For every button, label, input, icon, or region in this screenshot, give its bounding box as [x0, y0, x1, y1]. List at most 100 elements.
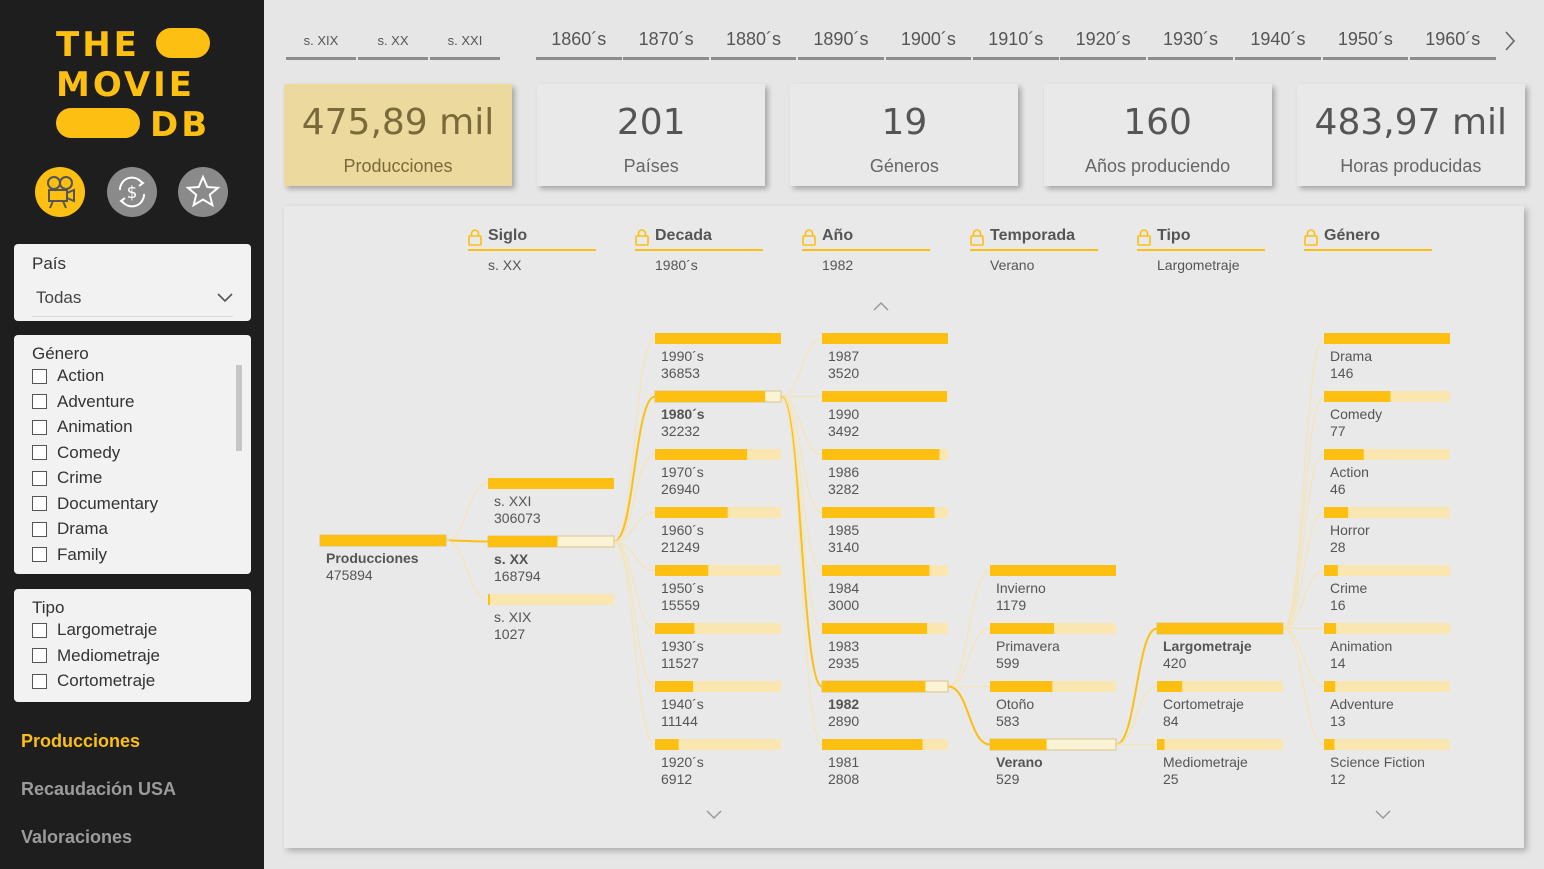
lock-icon[interactable]: [468, 229, 482, 250]
node-bar-fill[interactable]: [822, 739, 923, 750]
genero-option-action[interactable]: Action: [32, 365, 104, 387]
genero-option-comedy[interactable]: Comedy: [32, 442, 120, 464]
kpi-card-generos[interactable]: 19 Géneros: [790, 84, 1019, 186]
timeline-decade-1900-s[interactable]: 1900´s: [885, 28, 972, 60]
node-value[interactable]: 2808: [828, 771, 859, 787]
node-label[interactable]: 1990: [828, 406, 859, 422]
node-bar-fill[interactable]: [1157, 623, 1283, 634]
node-label[interactable]: s. XX: [494, 551, 529, 567]
node-value[interactable]: 420: [1163, 655, 1187, 671]
node-value[interactable]: 1179: [996, 597, 1026, 613]
node-label[interactable]: 1950´s: [661, 580, 704, 596]
node-bar-fill[interactable]: [990, 681, 1053, 692]
node-value[interactable]: 6912: [661, 771, 692, 787]
tipo-option-cortometraje[interactable]: Cortometraje: [32, 670, 155, 692]
lock-icon[interactable]: [1304, 229, 1318, 250]
timeline-century-s-xx[interactable]: s. XX: [358, 28, 428, 60]
node-value[interactable]: 2890: [828, 713, 859, 729]
node-label[interactable]: 1970´s: [661, 464, 704, 480]
node-bar-track[interactable]: [1324, 565, 1450, 576]
genero-option-crime[interactable]: Crime: [32, 467, 102, 489]
timeline-decade-1940-s[interactable]: 1940´s: [1235, 28, 1321, 60]
node-value[interactable]: 32232: [661, 423, 700, 439]
node-label[interactable]: Science Fiction: [1330, 754, 1425, 770]
node-bar-fill[interactable]: [1157, 739, 1165, 750]
page-link-valoraciones[interactable]: Valoraciones: [21, 827, 132, 848]
node-value[interactable]: 3000: [828, 597, 859, 613]
node-bar-fill[interactable]: [822, 623, 928, 634]
genero-option-family[interactable]: Family: [32, 544, 107, 566]
node-label[interactable]: Cortometraje: [1163, 696, 1244, 712]
node-value[interactable]: 2935: [828, 655, 859, 671]
node-bar-fill[interactable]: [655, 623, 695, 634]
kpi-card-paises[interactable]: 201 Países: [537, 84, 766, 186]
checkbox[interactable]: [32, 496, 47, 511]
checkbox[interactable]: [32, 445, 47, 460]
node-bar-fill[interactable]: [1324, 623, 1337, 634]
node-label[interactable]: Crime: [1330, 580, 1368, 596]
node-value[interactable]: 28: [1330, 539, 1346, 555]
node-value[interactable]: 25: [1163, 771, 1179, 787]
node-value[interactable]: 3492: [828, 423, 859, 439]
node-label[interactable]: Comedy: [1330, 406, 1382, 422]
node-label[interactable]: 1930´s: [661, 638, 704, 654]
node-label[interactable]: 1986: [828, 464, 859, 480]
timeline-decade-1910-s[interactable]: 1910´s: [973, 28, 1059, 60]
node-value[interactable]: 583: [996, 713, 1020, 729]
pais-dropdown-value[interactable]: Todas: [36, 288, 81, 308]
node-value[interactable]: 14: [1330, 655, 1346, 671]
checkbox[interactable]: [32, 648, 47, 663]
node-bar-fill[interactable]: [655, 449, 748, 460]
tipo-option-largometraje[interactable]: Largometraje: [32, 619, 157, 641]
genero-option-documentary[interactable]: Documentary: [32, 493, 158, 515]
node-label[interactable]: 1980´s: [661, 406, 705, 422]
lock-icon[interactable]: [802, 229, 816, 250]
node-bar-fill[interactable]: [655, 681, 694, 692]
node-label[interactable]: Mediometraje: [1163, 754, 1248, 770]
node-value[interactable]: 21249: [661, 539, 700, 555]
node-value[interactable]: 1027: [494, 626, 525, 642]
node-bar-fill[interactable]: [488, 594, 490, 605]
timeline-decade-1950-s[interactable]: 1950´s: [1322, 28, 1409, 60]
node-value[interactable]: 12: [1330, 771, 1346, 787]
node-label[interactable]: 1940´s: [661, 696, 704, 712]
node-label[interactable]: 1984: [828, 580, 859, 596]
timeline-decade-1880-s[interactable]: 1880´s: [710, 28, 797, 60]
node-bar-track[interactable]: [1157, 739, 1283, 750]
kpi-card-horas-producidas[interactable]: 483,97 mil Horas producidas: [1296, 84, 1525, 186]
node-bar-fill[interactable]: [1157, 681, 1183, 692]
timeline-decade-1920-s[interactable]: 1920´s: [1060, 28, 1146, 60]
lock-icon[interactable]: [1137, 229, 1151, 250]
node-bar-track[interactable]: [1324, 681, 1450, 692]
node-value[interactable]: 3520: [828, 365, 859, 381]
kpi-card-anos-produciendo[interactable]: 160 Años produciendo: [1043, 84, 1272, 186]
tipo-option-mediometraje[interactable]: Mediometraje: [32, 645, 160, 667]
genero-option-adventure[interactable]: Adventure: [32, 391, 135, 413]
checkbox[interactable]: [32, 547, 47, 562]
node-label[interactable]: 1990´s: [661, 348, 704, 364]
node-bar-fill[interactable]: [655, 739, 679, 750]
node-label[interactable]: 1983: [828, 638, 859, 654]
timeline-decade-1860-s[interactable]: 1860´s: [536, 28, 622, 60]
node-value[interactable]: 3282: [828, 481, 859, 497]
node-label[interactable]: 1987: [828, 348, 859, 364]
node-bar-fill[interactable]: [320, 535, 446, 546]
genero-option-animation[interactable]: Animation: [32, 416, 133, 438]
node-label[interactable]: Drama: [1330, 348, 1372, 364]
node-bar-fill[interactable]: [822, 391, 947, 402]
node-value[interactable]: 84: [1163, 713, 1179, 729]
node-value[interactable]: 599: [996, 655, 1020, 671]
node-bar-fill[interactable]: [1324, 739, 1335, 750]
node-label[interactable]: Largometraje: [1163, 638, 1252, 654]
dollar-refresh-icon[interactable]: $: [107, 167, 157, 217]
node-label[interactable]: 1981: [828, 754, 859, 770]
checkbox[interactable]: [32, 622, 47, 638]
genero-scrollbar[interactable]: [236, 365, 242, 451]
node-value[interactable]: 3140: [828, 539, 859, 555]
node-bar-fill[interactable]: [655, 333, 781, 344]
timeline-decade-1870-s[interactable]: 1870´s: [623, 28, 709, 60]
node-value[interactable]: 146: [1330, 365, 1354, 381]
node-value[interactable]: 475894: [326, 567, 373, 583]
checkbox[interactable]: [32, 419, 47, 435]
node-bar-fill[interactable]: [655, 507, 728, 518]
